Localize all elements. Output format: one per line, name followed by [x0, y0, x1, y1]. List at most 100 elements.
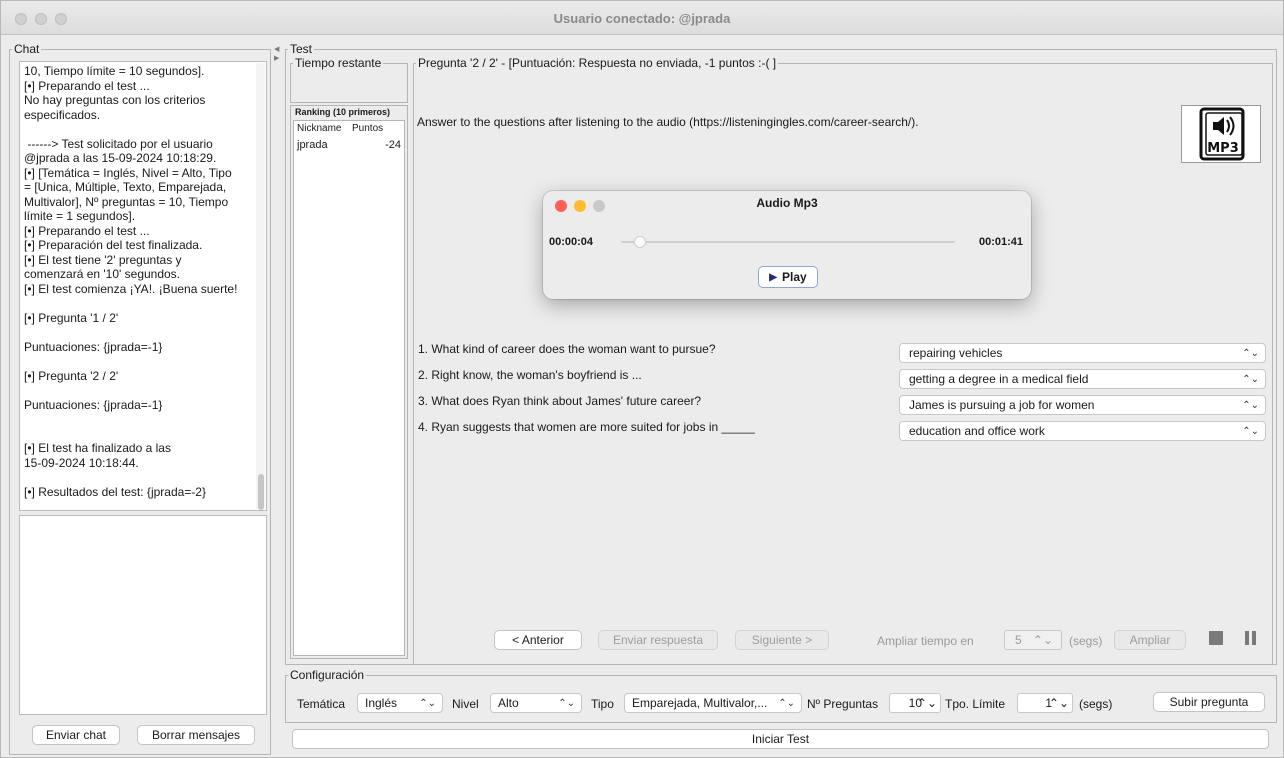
chat-log-line: [•] Preparando el test ... [24, 223, 150, 238]
spinner-arrows-icon[interactable]: ⌃⌄ [1033, 631, 1053, 649]
chevron-updown-icon: ⌃⌄ [1242, 374, 1259, 385]
nivel-label: Nivel [452, 697, 479, 711]
chat-log-line: [•] El test comienza ¡YA!. ¡Buena suerte… [24, 281, 238, 296]
previous-button[interactable]: < Anterior [494, 630, 582, 650]
time-remaining-label: Tiempo restante [295, 56, 382, 70]
chat-log-line [24, 122, 262, 137]
chevron-updown-icon: ⌃⌄ [778, 698, 795, 709]
audio-dialog-title: Audio Mp3 [756, 196, 818, 210]
chat-log-line [24, 427, 262, 442]
mp3-icon[interactable]: MP3 [1181, 105, 1261, 163]
config-panel-title: Configuración [290, 668, 365, 682]
chevron-updown-icon: ⌃⌄ [1242, 400, 1259, 411]
window-title: Usuario conectado: @jprada [553, 11, 731, 26]
chat-log-line: No hay preguntas con los criterios [24, 93, 206, 107]
extend-time-value: 5 [1015, 633, 1022, 647]
play-button[interactable]: ▶ Play [758, 266, 818, 288]
play-icon: ▶ [769, 271, 777, 283]
chat-log-line: especificados. [24, 107, 101, 122]
time-limit-label: Tpo. Límite [945, 697, 1006, 711]
audio-progress-knob[interactable] [634, 236, 647, 248]
stop-icon[interactable] [1209, 631, 1223, 645]
extend-time-label: Ampliar tiempo en [877, 634, 974, 648]
nivel-select[interactable]: Alto ⌃⌄ [490, 693, 582, 713]
chat-log-scroll-thumb[interactable] [258, 474, 264, 510]
audio-current-time: 00:00:04 [549, 236, 594, 248]
time-limit-spinner[interactable]: 1 ⌃⌄ [1017, 693, 1073, 713]
chat-log-line: Puntuaciones: {jprada=-1} [24, 339, 163, 354]
chat-log-line: 10, Tiempo límite = 10 segundos]. [24, 64, 205, 78]
ranking-col-nickname: Nickname [297, 123, 342, 134]
play-label: Play [782, 270, 807, 284]
mp3-file-icon: MP3 [1199, 107, 1245, 161]
extend-time-spinner[interactable]: 5 ⌃⌄ [1004, 630, 1062, 650]
send-answer-button[interactable]: Enviar respuesta [598, 630, 718, 650]
spinner-arrows-icon[interactable]: ⌃⌄ [1049, 694, 1069, 712]
send-chat-button[interactable]: Enviar chat [32, 725, 120, 745]
chevron-updown-icon: ⌃⌄ [1242, 426, 1259, 437]
answer-select[interactable]: James is pursuing a job for women ⌃⌄ [899, 395, 1266, 415]
time-remaining-box: Tiempo restante [290, 57, 408, 103]
upload-question-button[interactable]: Subir pregunta [1153, 692, 1265, 712]
chevron-updown-icon: ⌃⌄ [1242, 348, 1259, 359]
chat-log-line: [•] El test tiene '2' preguntas y [24, 252, 182, 267]
panel-splitter[interactable]: ◀ ▶ [271, 43, 285, 755]
chat-log-line: comenzará en '10' segundos. [24, 267, 181, 281]
extend-time-button[interactable]: Ampliar [1114, 630, 1186, 650]
pause-icon[interactable] [1244, 631, 1258, 645]
chat-log-line: @jprada a las 15-09-2024 10:18:29. [24, 151, 217, 165]
audio-total-time: 00:01:41 [978, 236, 1023, 248]
answer-value: getting a degree in a medical field [909, 372, 1089, 386]
chat-log-line: [•] El test ha finalizado a las [24, 441, 171, 455]
answer-select[interactable]: repairing vehicles ⌃⌄ [899, 343, 1266, 363]
app-window: Usuario conectado: @jprada Chat 10, Tiem… [0, 0, 1284, 758]
answer-select[interactable]: education and office work ⌃⌄ [899, 421, 1266, 441]
chat-log-line [24, 470, 262, 485]
mp3-icon-label: MP3 [1207, 141, 1239, 156]
chat-message-input[interactable] [19, 515, 267, 715]
answer-value: repairing vehicles [909, 346, 1003, 360]
chat-log-line: [•] Pregunta '2 / 2' [24, 368, 119, 383]
clear-messages-button[interactable]: Borrar mensajes [137, 725, 255, 745]
question-instruction: Answer to the questions after listening … [417, 115, 919, 129]
start-test-button[interactable]: Iniciar Test [292, 729, 1269, 749]
chat-log-line: límite = 1 segundos]. [24, 209, 136, 223]
num-questions-label: Nº Preguntas [807, 697, 879, 711]
tematica-value: Inglés [365, 696, 398, 710]
chat-log-scrollbar[interactable] [256, 63, 265, 509]
ranking-table[interactable]: Nickname Puntos jprada -24 [293, 120, 405, 656]
audio-player-dialog: Audio Mp3 00:00:04 00:01:41 ▶ Play [543, 191, 1031, 299]
tematica-label: Temática [297, 697, 346, 711]
num-questions-spinner[interactable]: 10 ⌃⌄ [889, 693, 941, 713]
tipo-value: Emparejada, Multivalor,... [632, 696, 768, 710]
spinner-arrows-icon[interactable]: ⌃⌄ [917, 694, 937, 712]
ranking-box: Ranking (10 primeros) Nickname Puntos jp… [290, 105, 408, 659]
chat-log-line: ------> Test solicitado por el usuario [24, 136, 213, 151]
chat-log-line: [•] Resultados del test: {jprada=-2} [24, 484, 206, 499]
answer-value: education and office work [909, 424, 1045, 438]
title-bar: Usuario conectado: @jprada [1, 1, 1283, 35]
chat-log-line [24, 325, 262, 340]
chat-log-line: [•] Preparación del test finalizada. [24, 238, 203, 252]
next-button[interactable]: Siguiente > [735, 630, 829, 650]
time-limit-unit: (segs) [1079, 697, 1113, 711]
tipo-label: Tipo [591, 697, 614, 711]
tematica-select[interactable]: Inglés ⌃⌄ [357, 693, 443, 713]
chat-log-line: [•] Preparando el test ... [24, 78, 150, 93]
extend-time-unit: (segs) [1069, 634, 1103, 648]
expand-right-icon[interactable]: ▶ [274, 54, 279, 62]
chat-log-line: [•] Pregunta '1 / 2' [24, 310, 119, 325]
chat-log[interactable]: 10, Tiempo límite = 10 segundos]. [•] Pre… [19, 61, 267, 511]
ranking-col-points: Puntos [352, 123, 384, 134]
question-header: Pregunta '2 / 2' - [Puntuación: Respuest… [418, 56, 777, 70]
tipo-select[interactable]: Emparejada, Multivalor,... ⌃⌄ [624, 693, 802, 713]
chat-log-line [24, 354, 262, 369]
chat-log-line: 15-09-2024 10:18:44. [24, 455, 139, 470]
chat-log-line: Puntuaciones: {jprada=-1} [24, 397, 163, 412]
collapse-left-icon[interactable]: ◀ [274, 45, 279, 53]
audio-progress-track[interactable] [621, 236, 955, 248]
answer-select[interactable]: getting a degree in a medical field ⌃⌄ [899, 369, 1266, 389]
chevron-updown-icon: ⌃⌄ [558, 698, 575, 709]
chevron-updown-icon: ⌃⌄ [419, 698, 436, 709]
chat-log-line: Multivalor], Nº preguntas = 10, Tiempo [24, 194, 229, 209]
